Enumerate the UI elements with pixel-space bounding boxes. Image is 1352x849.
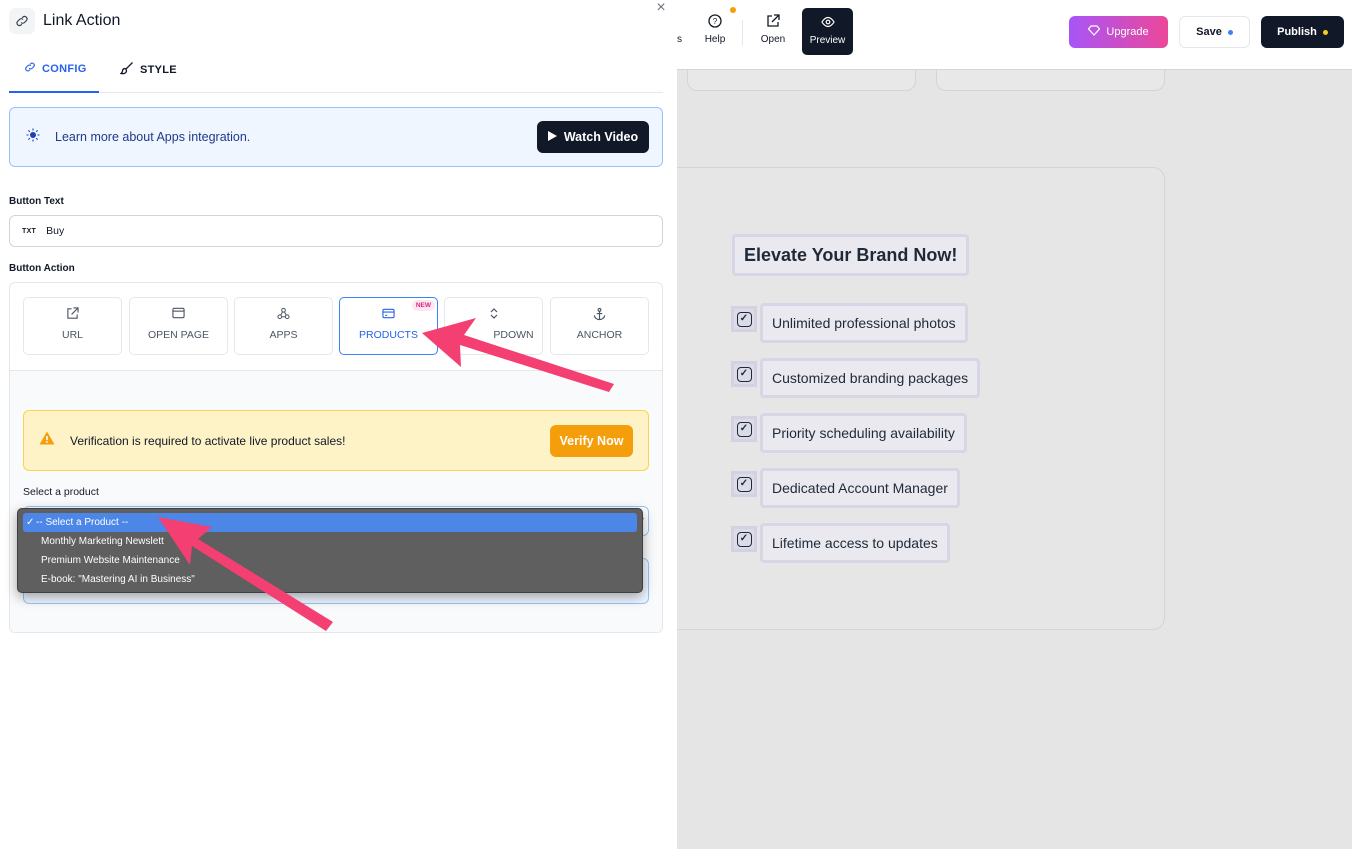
dropdown-option[interactable]: ✓ -- Select a Product -- bbox=[23, 513, 637, 532]
panel-title: Link Action bbox=[43, 12, 121, 29]
anchor-icon bbox=[551, 307, 648, 323]
feature-text[interactable]: Lifetime access to updates bbox=[760, 523, 950, 563]
window-icon bbox=[130, 307, 227, 323]
action-apps-label: APPS bbox=[269, 329, 298, 341]
checkmark-icon: ✓ bbox=[26, 517, 35, 528]
lightbulb-icon bbox=[26, 128, 40, 145]
link-icon bbox=[24, 61, 36, 76]
dropdown-option-label: -- Select a Product -- bbox=[36, 517, 129, 528]
button-text-input[interactable]: TXT Buy bbox=[9, 215, 663, 247]
check-icon: ✓ bbox=[731, 471, 757, 497]
action-dropdown-label: PDOWN bbox=[493, 329, 534, 341]
feature-text[interactable]: Priority scheduling availability bbox=[760, 413, 967, 453]
help-button[interactable]: ? Help bbox=[695, 14, 735, 45]
link-action-panel: × Link Action CONFIG STYLE Learn more ab… bbox=[0, 0, 677, 849]
tab-config[interactable]: CONFIG bbox=[24, 61, 87, 76]
publish-label: Publish bbox=[1277, 26, 1317, 38]
feature-text[interactable]: Customized branding packages bbox=[760, 358, 981, 398]
watch-video-button[interactable]: Watch Video bbox=[537, 121, 649, 153]
dropdown-option[interactable]: Monthly Marketing Newslett bbox=[23, 532, 637, 551]
svg-text:?: ? bbox=[713, 17, 718, 26]
tab-style[interactable]: STYLE bbox=[119, 61, 177, 78]
upgrade-button[interactable]: Upgrade bbox=[1069, 16, 1168, 48]
feature-text[interactable]: Unlimited professional photos bbox=[760, 303, 968, 343]
action-url[interactable]: URL bbox=[23, 297, 122, 355]
button-text-label: Button Text bbox=[9, 196, 64, 207]
notification-dot bbox=[730, 7, 736, 13]
action-anchor-label: ANCHOR bbox=[576, 329, 623, 341]
verify-now-button[interactable]: Verify Now bbox=[550, 425, 633, 457]
status-dot bbox=[1322, 29, 1328, 35]
chevron-updown-icon bbox=[445, 307, 542, 323]
preview-button[interactable]: Preview bbox=[802, 8, 853, 55]
button-action-label: Button Action bbox=[9, 263, 75, 274]
unsaved-dot bbox=[1227, 29, 1233, 35]
info-banner: Learn more about Apps integration. Watch… bbox=[9, 107, 663, 167]
upgrade-label: Upgrade bbox=[1106, 26, 1149, 38]
action-open-page[interactable]: OPEN PAGE bbox=[129, 297, 228, 355]
toolbar-divider bbox=[742, 20, 743, 46]
dropdown-option-label: E-book: "Mastering AI in Business" bbox=[41, 574, 195, 585]
verification-warning: Verification is required to activate liv… bbox=[23, 410, 649, 471]
button-text-value: Buy bbox=[46, 225, 65, 237]
tab-divider bbox=[9, 92, 663, 93]
brush-icon bbox=[119, 61, 134, 78]
check-icon: ✓ bbox=[731, 416, 757, 442]
action-url-label: URL bbox=[61, 329, 83, 341]
save-label: Save bbox=[1196, 26, 1222, 38]
product-dropdown-menu: ✓ -- Select a Product -- Monthly Marketi… bbox=[17, 508, 643, 593]
action-products[interactable]: NEW PRODUCTS bbox=[339, 297, 438, 355]
action-products-label: PRODUCTS bbox=[359, 329, 418, 341]
warning-text: Verification is required to activate liv… bbox=[70, 434, 346, 448]
action-anchor[interactable]: ANCHOR bbox=[550, 297, 649, 355]
dropdown-option[interactable]: Premium Website Maintenance bbox=[23, 551, 637, 570]
preview-label: Preview bbox=[809, 35, 846, 46]
tab-config-label: CONFIG bbox=[42, 62, 87, 75]
publish-button[interactable]: Publish bbox=[1261, 16, 1344, 48]
canvas-headline[interactable]: Elevate Your Brand Now! bbox=[732, 234, 970, 276]
open-label: Open bbox=[760, 34, 786, 45]
check-icon: ✓ bbox=[731, 361, 757, 387]
save-button[interactable]: Save bbox=[1179, 16, 1250, 48]
diamond-icon bbox=[1088, 25, 1101, 39]
external-link-icon bbox=[753, 14, 793, 30]
action-open-page-label: OPEN PAGE bbox=[147, 329, 210, 341]
dropdown-option[interactable]: E-book: "Mastering AI in Business" bbox=[23, 570, 637, 589]
external-link-icon bbox=[24, 307, 121, 323]
select-product-label: Select a product bbox=[23, 486, 99, 498]
check-icon: ✓ bbox=[731, 526, 757, 552]
info-banner-text: Learn more about Apps integration. bbox=[55, 130, 251, 144]
help-label: Help bbox=[704, 34, 726, 45]
dropdown-option-label: Premium Website Maintenance bbox=[41, 555, 180, 566]
toolbar-cut-label: s bbox=[677, 34, 682, 45]
help-icon: ? bbox=[695, 14, 735, 30]
active-tab-indicator bbox=[9, 91, 99, 93]
tab-style-label: STYLE bbox=[140, 63, 177, 76]
warning-icon bbox=[39, 431, 55, 449]
new-badge: NEW bbox=[411, 300, 435, 311]
link-icon bbox=[9, 8, 35, 34]
text-prefix-icon: TXT bbox=[22, 227, 37, 235]
feature-text[interactable]: Dedicated Account Manager bbox=[760, 468, 960, 508]
webhook-icon bbox=[235, 307, 332, 323]
dropdown-option-label: Monthly Marketing Newslett bbox=[41, 536, 164, 547]
check-icon: ✓ bbox=[731, 306, 757, 332]
close-icon[interactable]: × bbox=[653, 0, 669, 16]
action-apps[interactable]: APPS bbox=[234, 297, 333, 355]
eye-icon bbox=[802, 16, 853, 30]
play-icon bbox=[547, 130, 557, 144]
action-dropdown[interactable]: PDOWN bbox=[444, 297, 543, 355]
open-button[interactable]: Open bbox=[753, 14, 793, 45]
watch-video-label: Watch Video bbox=[563, 130, 639, 144]
